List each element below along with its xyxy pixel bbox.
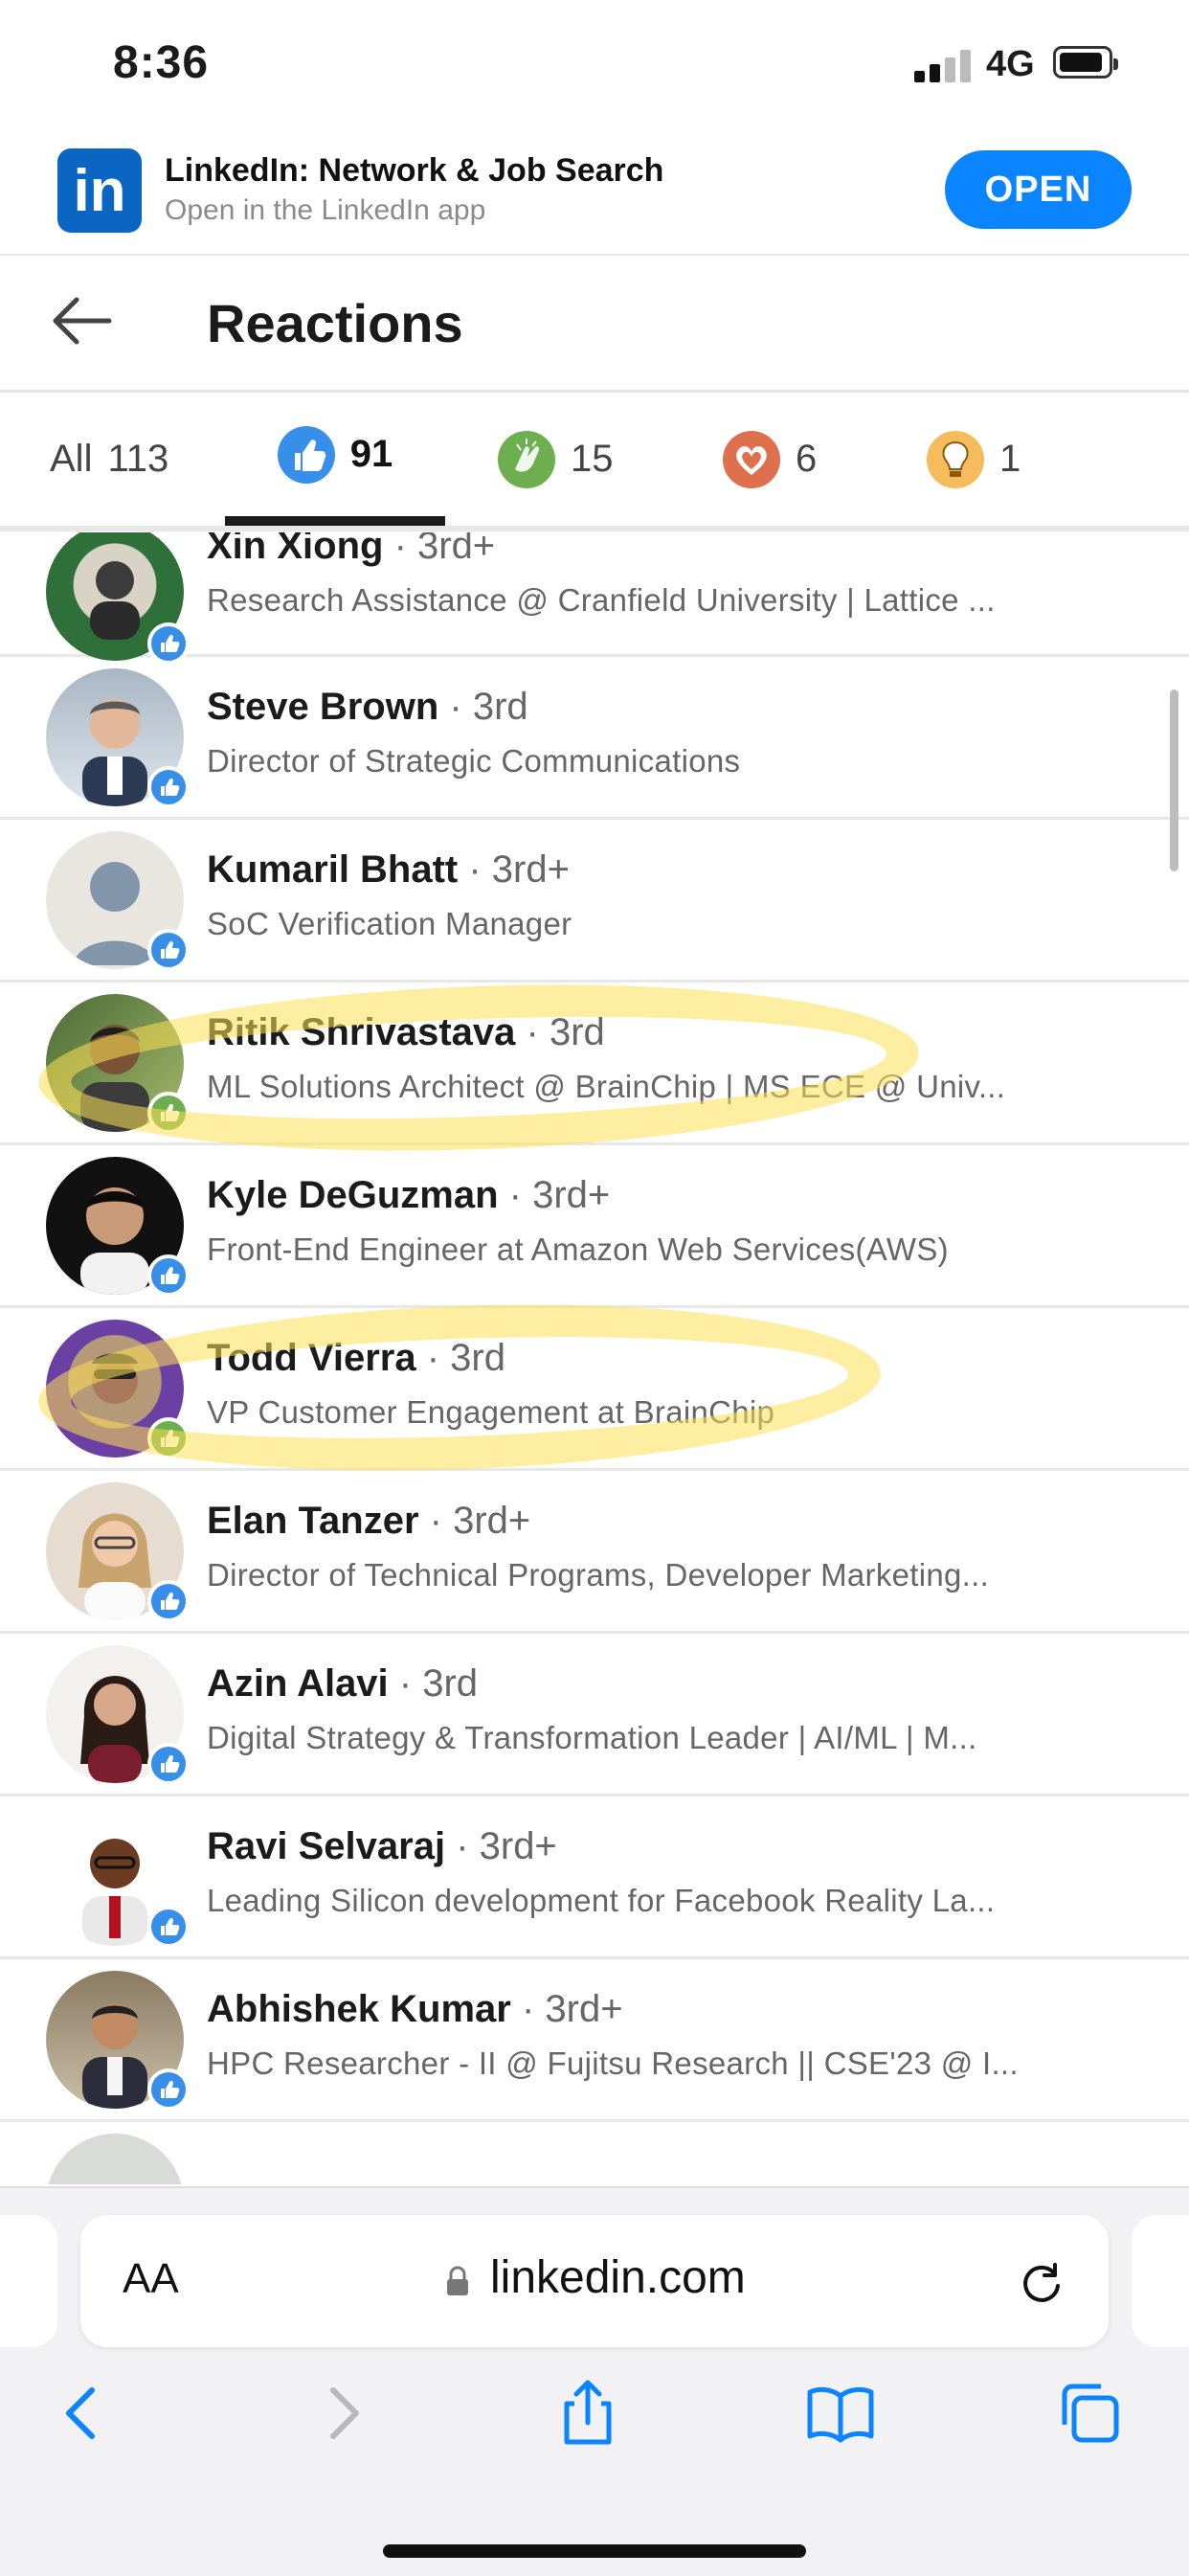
person-name[interactable]: Todd Vierra: [207, 1337, 416, 1379]
connection-degree: · 3rd: [426, 1337, 505, 1379]
list-item[interactable]: Kyle DeGuzman · 3rd+ Front-End Engineer …: [0, 1145, 1189, 1308]
like-badge-icon: [147, 1580, 190, 1622]
like-badge-icon: [147, 1254, 190, 1297]
tab-love[interactable]: 6: [723, 393, 817, 526]
person-headline: Leading Silicon development for Facebook…: [207, 1883, 996, 1918]
list-item[interactable]: Ravi Selvaraj · 3rd+ Leading Silicon dev…: [0, 1796, 1189, 1959]
reactions-list: Xin Xiong · 3rd+ Research Assistance @ C…: [0, 532, 1189, 2184]
battery-icon: [1053, 46, 1118, 79]
person-headline: SoC Verification Manager: [207, 906, 572, 941]
lock-icon: [447, 2266, 468, 2295]
browser-toolbar: AA linkedin.com: [0, 2186, 1189, 2576]
like-icon: [277, 425, 335, 484]
love-icon: [723, 430, 780, 488]
status-time: 8:36: [113, 37, 210, 88]
address-bar[interactable]: AA linkedin.com: [80, 2215, 1109, 2347]
forward-icon[interactable]: [303, 2375, 379, 2452]
back-arrow-icon[interactable]: [48, 292, 115, 350]
bookmarks-icon[interactable]: [802, 2375, 879, 2452]
previous-tab-preview[interactable]: [0, 2215, 57, 2347]
celebrate-badge-icon: [147, 1417, 190, 1459]
like-badge-icon: [147, 1743, 190, 1785]
person-headline: Director of Technical Programs, Develope…: [207, 1557, 990, 1593]
tab-like-count: 91: [349, 433, 393, 475]
status-bar: 8:36 4G: [0, 0, 1189, 129]
person-name[interactable]: Kumaril Bhatt: [207, 848, 458, 891]
page-title: Reactions: [207, 293, 463, 353]
person-name[interactable]: Steve Brown: [207, 686, 438, 728]
connection-degree: · 3rd+: [468, 848, 570, 891]
connection-degree: · 3rd: [398, 1662, 479, 1705]
page-header: Reactions: [0, 256, 1189, 393]
app-banner-subtitle: Open in the LinkedIn app: [165, 194, 486, 226]
tab-all-label: All: [50, 438, 93, 480]
list-item[interactable]: Elan Tanzer · 3rd+ Director of Technical…: [0, 1471, 1189, 1634]
text-size-button[interactable]: AA: [123, 2255, 179, 2303]
list-item[interactable]: [0, 2122, 1189, 2184]
share-icon[interactable]: [550, 2375, 626, 2452]
list-item[interactable]: Azin Alavi · 3rd Digital Strategy & Tran…: [0, 1634, 1189, 1796]
next-tab-preview[interactable]: [1132, 2215, 1189, 2347]
app-banner: in LinkedIn: Network & Job Search Open i…: [0, 129, 1189, 256]
reaction-tabs: All 113 91 15 6 1: [0, 393, 1189, 531]
connection-degree: · 3rd+: [456, 1825, 557, 1867]
tab-celebrate[interactable]: 15: [498, 393, 614, 526]
linkedin-logo: in: [57, 148, 142, 233]
list-item[interactable]: Ritik Shrivastava · 3rd ML Solutions Arc…: [0, 983, 1189, 1145]
celebrate-badge-icon: [147, 1092, 190, 1134]
connection-degree: · 3rd+: [508, 1174, 611, 1216]
person-name[interactable]: Ravi Selvaraj: [207, 1825, 445, 1867]
signal-icon: [914, 50, 972, 82]
person-headline: Front-End Engineer at Amazon Web Service…: [207, 1232, 949, 1267]
text-size-label: AA: [123, 2255, 179, 2302]
list-item[interactable]: Todd Vierra · 3rd VP Customer Engagement…: [0, 1308, 1189, 1471]
like-badge-icon: [147, 766, 190, 808]
connection-degree: · 3rd+: [521, 1988, 623, 2030]
person-headline: Director of Strategic Communications: [207, 743, 741, 779]
person-name[interactable]: Azin Alavi: [207, 1662, 389, 1705]
tabs-icon[interactable]: [1051, 2375, 1128, 2452]
person-name[interactable]: Elan Tanzer: [207, 1500, 419, 1542]
person-name[interactable]: Kyle DeGuzman: [207, 1174, 499, 1216]
person-headline: HPC Researcher - II @ Fujitsu Research |…: [207, 2045, 1019, 2081]
list-item[interactable]: Abhishek Kumar · 3rd+ HPC Researcher - I…: [0, 1959, 1189, 2122]
like-badge-icon: [147, 1906, 190, 1948]
tab-all[interactable]: All 113: [50, 393, 168, 526]
connection-degree: · 3rd: [526, 1011, 605, 1053]
person-headline: VP Customer Engagement at BrainChip: [207, 1394, 775, 1430]
connection-degree: · 3rd+: [429, 1500, 531, 1542]
person-headline: ML Solutions Architect @ BrainChip | MS …: [207, 1069, 1006, 1104]
tab-all-count: 113: [107, 438, 169, 480]
reload-icon[interactable]: [1017, 2257, 1066, 2307]
tab-celebrate-count: 15: [571, 438, 614, 480]
url-text: linkedin.com: [490, 2252, 746, 2303]
tab-love-count: 6: [796, 438, 818, 480]
person-name[interactable]: Xin Xiong: [207, 532, 383, 567]
connection-degree: · 3rd+: [393, 532, 496, 567]
app-banner-title: LinkedIn: Network & Job Search: [165, 152, 664, 189]
celebrate-icon: [498, 430, 555, 488]
list-item[interactable]: Kumaril Bhatt · 3rd+ SoC Verification Ma…: [0, 820, 1189, 983]
avatar: [46, 2134, 184, 2184]
list-item[interactable]: Xin Xiong · 3rd+ Research Assistance @ C…: [0, 532, 1189, 665]
home-indicator: [383, 2544, 806, 2558]
list-item[interactable]: Steve Brown · 3rd Director of Strategic …: [0, 657, 1189, 820]
back-icon[interactable]: [46, 2375, 123, 2452]
tab-like[interactable]: 91: [225, 393, 445, 526]
scrollbar[interactable]: [1170, 689, 1178, 871]
person-name[interactable]: Ritik Shrivastava: [207, 1011, 515, 1053]
connection-degree: · 3rd: [449, 686, 528, 728]
open-app-button[interactable]: OPEN: [945, 150, 1132, 229]
network-type: 4G: [986, 44, 1035, 84]
like-badge-icon: [147, 929, 190, 971]
like-badge-icon: [147, 2068, 190, 2111]
tab-insightful[interactable]: 1: [927, 393, 1021, 526]
person-headline: Digital Strategy & Transformation Leader…: [207, 1720, 977, 1755]
person-headline: Research Assistance @ Cranfield Universi…: [207, 582, 996, 618]
person-name[interactable]: Abhishek Kumar: [207, 1988, 511, 2030]
tab-insightful-count: 1: [999, 438, 1021, 480]
insightful-icon: [927, 430, 984, 488]
